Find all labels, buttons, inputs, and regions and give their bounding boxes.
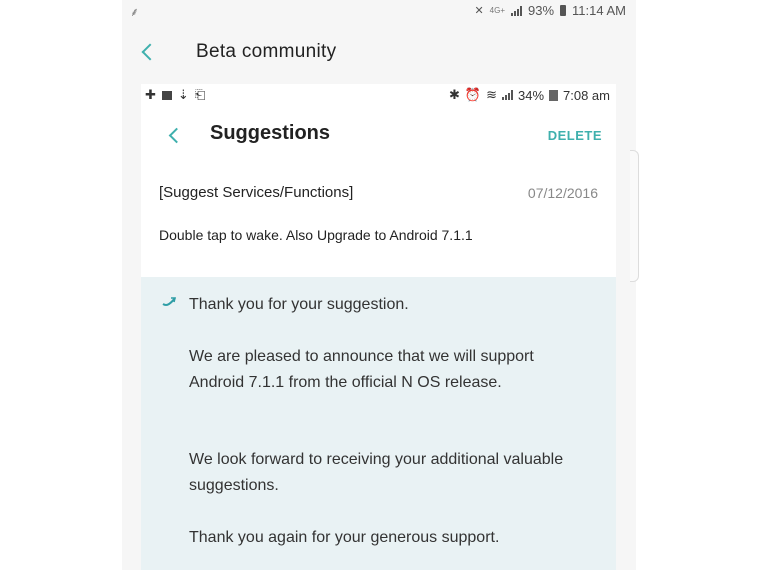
alarm-icon: ⏰	[464, 87, 482, 102]
scrollbar[interactable]	[630, 150, 639, 282]
inner-status-bar: ✚ ⇣ ⎗ ✱ ⏰ ≋ 34% 7:08 am	[141, 84, 616, 106]
download-icon: ⇣	[177, 87, 189, 102]
wifi-icon: ≋	[486, 87, 497, 102]
reply-arrow-icon	[162, 297, 176, 306]
post-body: Double tap to wake. Also Upgrade to Andr…	[159, 227, 473, 243]
post-category: [Suggest Services/Functions]	[159, 184, 354, 201]
image-icon	[161, 90, 172, 100]
reply-text: Thank you again for your generous suppor…	[189, 529, 500, 546]
plus-icon: ✚	[145, 87, 156, 102]
outer-app-bar: Beta community	[122, 22, 636, 84]
signal-icon	[511, 5, 522, 16]
reply-panel: Thank you for your suggestion. We are pl…	[141, 277, 616, 570]
reply-text: We look forward to receiving your additi…	[189, 451, 564, 494]
signal-icon	[501, 90, 513, 100]
battery-percent: 93%	[528, 3, 555, 18]
notification-icon: ⸙	[130, 5, 140, 19]
delete-button[interactable]: DELETE	[548, 128, 602, 143]
suggestion-post: [Suggest Services/Functions] 07/12/2016 …	[141, 164, 616, 276]
network-type: 4G+	[489, 6, 505, 15]
battery-percent: 34%	[517, 87, 545, 103]
page-title: Suggestions	[210, 122, 331, 144]
outer-status-bar: ⸙ ✕ 4G+ 93% 11:14 AM	[122, 0, 636, 22]
battery-icon	[549, 89, 559, 101]
inner-app-bar: Suggestions DELETE	[141, 106, 616, 165]
reply-text: We are pleased to announce that we will …	[189, 348, 534, 391]
mute-icon: ✕	[474, 5, 484, 17]
embedded-screenshot: ✚ ⇣ ⎗ ✱ ⏰ ≋ 34% 7:08 am Suggestions DELE…	[141, 84, 616, 570]
bluetooth-icon: ✱	[448, 87, 460, 102]
back-arrow-icon[interactable]	[141, 43, 159, 61]
post-date: 07/12/2016	[527, 185, 598, 201]
status-time: 11:14 AM	[572, 3, 626, 18]
reply-text: Thank you for your suggestion.	[189, 296, 409, 313]
back-arrow-icon[interactable]	[168, 127, 185, 144]
status-time: 7:08 am	[563, 87, 610, 103]
page-title: Beta community	[196, 41, 337, 62]
bag-icon: ⎗	[194, 87, 206, 102]
battery-icon	[560, 5, 567, 16]
